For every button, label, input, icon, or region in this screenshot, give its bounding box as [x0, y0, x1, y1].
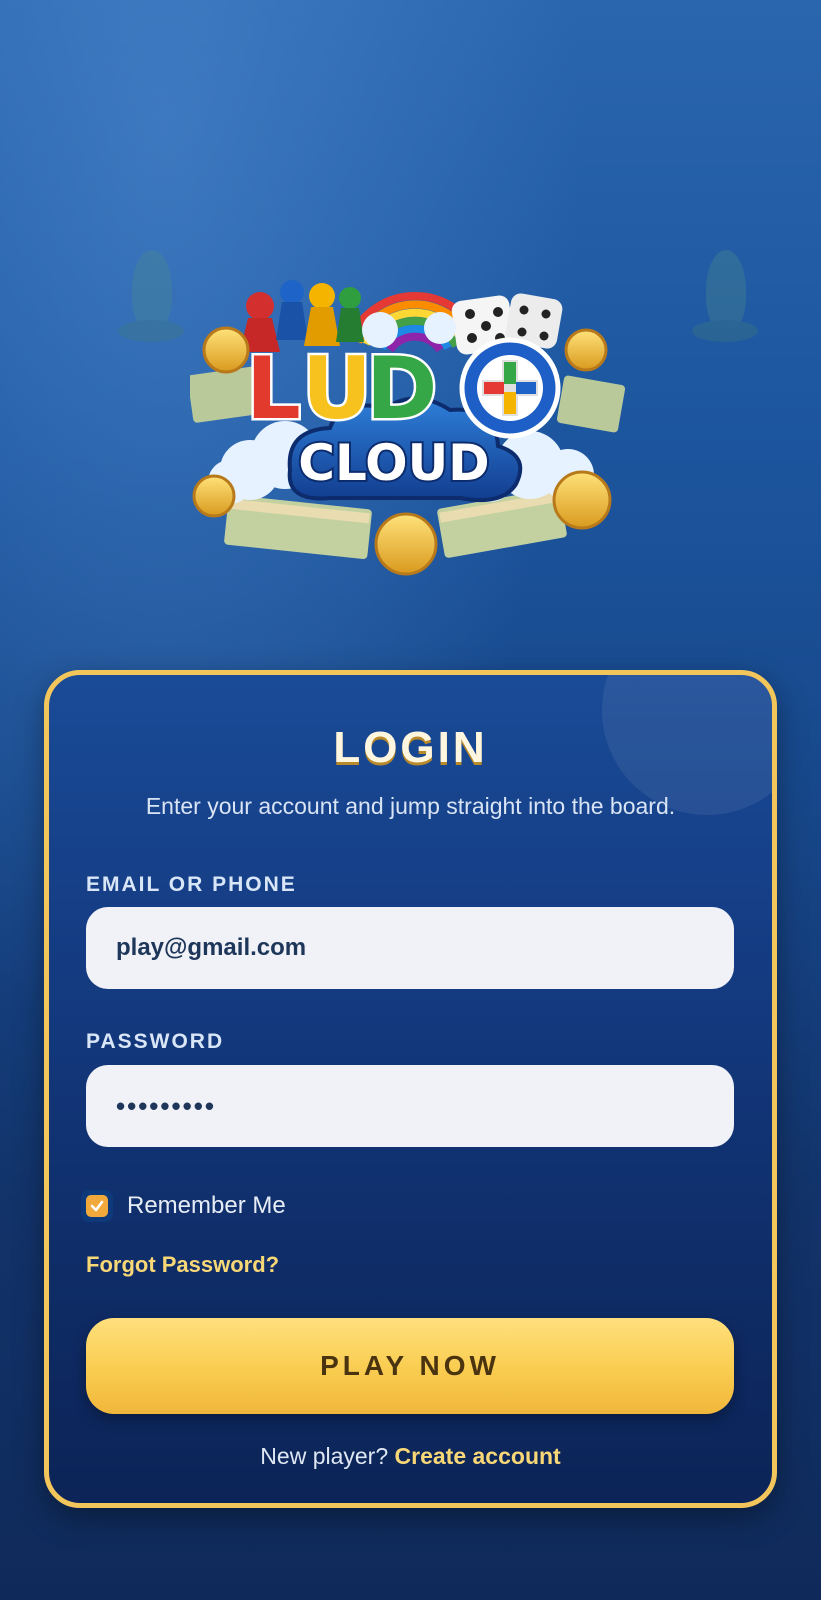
- remember-me-toggle[interactable]: Remember Me: [81, 1190, 286, 1222]
- email-label: EMAIL OR PHONE: [86, 873, 297, 896]
- svg-text:D: D: [366, 339, 437, 439]
- decor-pawn-right: [692, 250, 758, 342]
- login-subtitle: Enter your account and jump straight int…: [145, 793, 676, 819]
- email-field[interactable]: play@gmail.com: [86, 907, 734, 989]
- svg-text:L: L: [246, 339, 301, 439]
- logo-word-cloud: CLOUD: [298, 434, 489, 492]
- play-now-button[interactable]: PLAY NOW: [86, 1318, 734, 1414]
- forgot-password-link[interactable]: Forgot Password?: [86, 1252, 279, 1278]
- svg-text:U: U: [302, 339, 372, 439]
- login-title: LOGIN: [333, 723, 488, 772]
- decor-pawn-left: [118, 250, 184, 342]
- password-label: PASSWORD: [86, 1030, 225, 1053]
- ludo-cloud-logo: L U D CLOUD: [190, 280, 626, 576]
- login-card: LOGIN Enter your account and jump straig…: [44, 670, 777, 1508]
- signup-prompt: New player? Create account: [49, 1443, 772, 1470]
- ludo-board-icon: [459, 337, 561, 439]
- password-field[interactable]: •••••••••: [86, 1065, 734, 1147]
- new-player-text: New player?: [260, 1443, 389, 1469]
- remember-me-checkbox[interactable]: [81, 1190, 113, 1222]
- remember-me-label: Remember Me: [127, 1192, 286, 1219]
- check-icon: [90, 1200, 104, 1212]
- create-account-link[interactable]: Create account: [395, 1443, 561, 1469]
- logo-word-ludo: L U D: [244, 337, 440, 442]
